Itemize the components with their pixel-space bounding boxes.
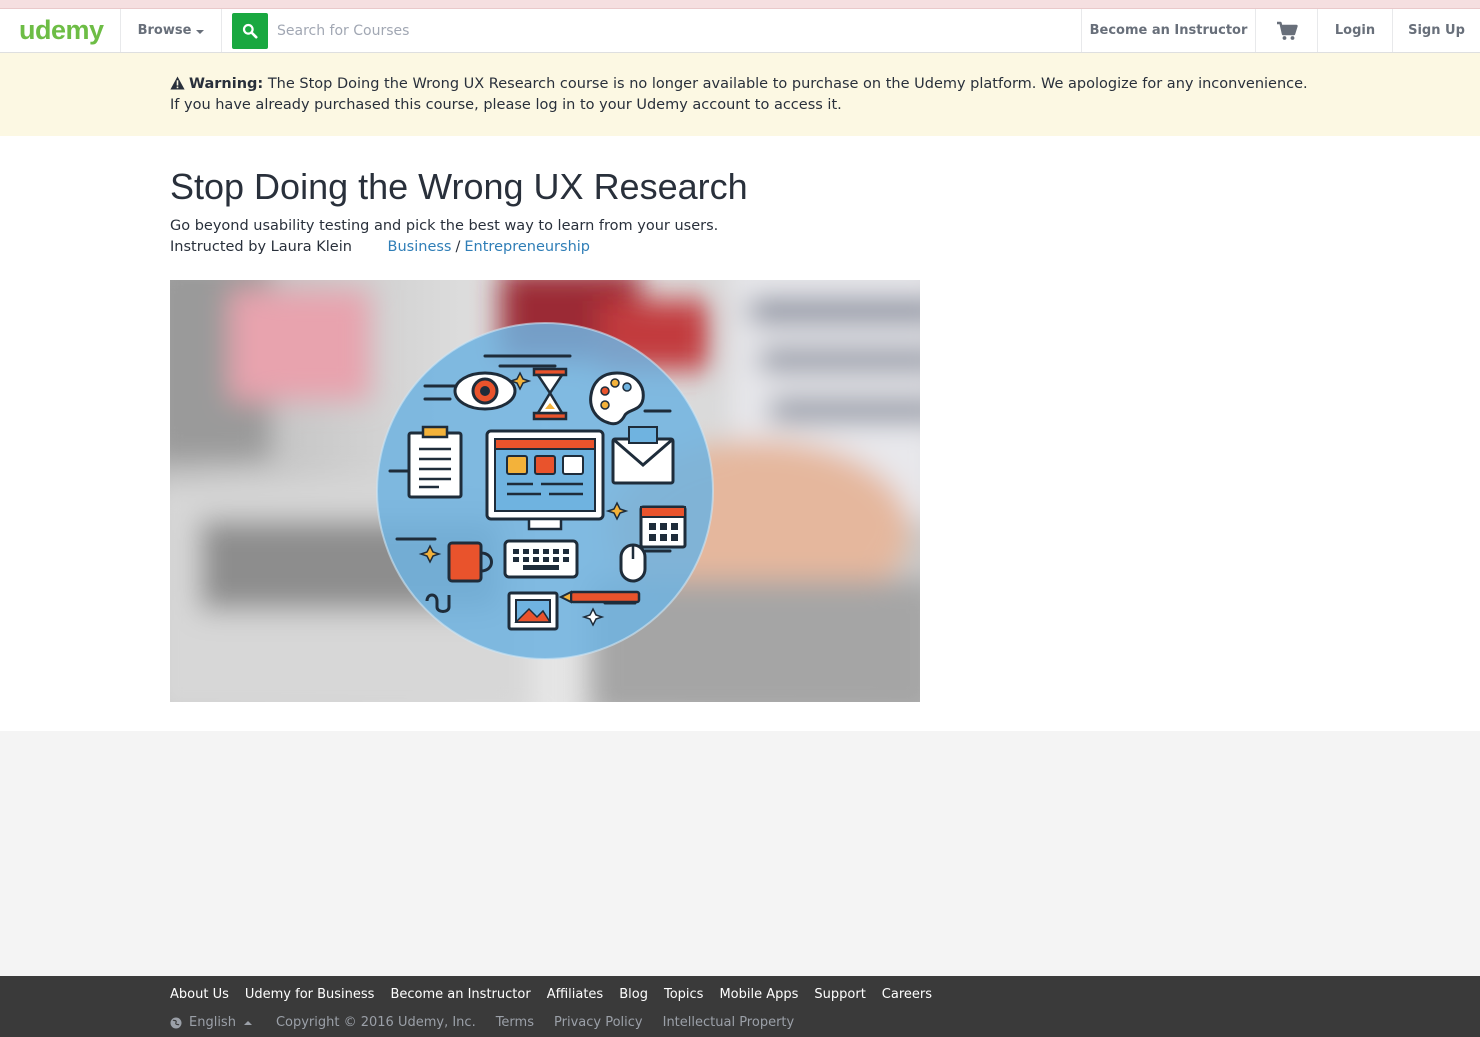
- warning-message: The Stop Doing the Wrong UX Research cou…: [170, 76, 1308, 113]
- become-instructor-link[interactable]: Become an Instructor: [1082, 9, 1256, 52]
- privacy-link[interactable]: Privacy Policy: [554, 1015, 643, 1030]
- cart-icon: [1276, 21, 1298, 40]
- cart-button[interactable]: [1256, 9, 1318, 52]
- search-button[interactable]: [232, 12, 268, 49]
- copyright: Copyright © 2016 Udemy, Inc.: [275, 1015, 476, 1030]
- warning-text: Warning: The Stop Doing the Wrong UX Res…: [170, 74, 1310, 116]
- header: udemy Browse Become an Instructor Login …: [0, 9, 1480, 53]
- course-meta: Instructed by Laura Klein Business / Entre…: [170, 239, 590, 255]
- footer-link-instructor[interactable]: Become an Instructor: [390, 987, 530, 1002]
- search-bar: [222, 9, 1082, 52]
- footer-link-business[interactable]: Udemy for Business: [245, 987, 375, 1002]
- footer-link-support[interactable]: Support: [814, 987, 865, 1002]
- udemy-logo[interactable]: udemy: [0, 9, 121, 52]
- subcategory-link[interactable]: Entrepreneurship: [464, 239, 590, 255]
- course-title: Stop Doing the Wrong UX Research: [170, 166, 748, 207]
- course-image: [170, 280, 920, 702]
- chevron-up-icon: [243, 1020, 252, 1025]
- category-separator: /: [455, 239, 461, 255]
- language-label: English: [189, 1015, 236, 1030]
- warning-banner: Warning: The Stop Doing the Wrong UX Res…: [0, 53, 1480, 136]
- footer-link-careers[interactable]: Careers: [882, 987, 932, 1002]
- browse-label: Browse: [137, 23, 192, 38]
- course-subtitle: Go beyond usability testing and pick the…: [170, 218, 719, 234]
- signup-link[interactable]: Sign Up: [1393, 9, 1480, 52]
- footer: About Us Udemy for Business Become an In…: [0, 976, 1480, 1037]
- become-instructor-label: Become an Instructor: [1089, 23, 1248, 38]
- footer-link-about[interactable]: About Us: [170, 987, 229, 1002]
- login-label: Login: [1334, 23, 1376, 38]
- footer-links: About Us Udemy for Business Become an In…: [170, 987, 932, 1002]
- warning-label: Warning:: [189, 76, 264, 92]
- language-selector[interactable]: English: [170, 1015, 252, 1030]
- globe-icon: [170, 1017, 182, 1028]
- ip-link[interactable]: Intellectual Property: [663, 1015, 795, 1030]
- search-input[interactable]: [268, 12, 1048, 49]
- course-categories: Business / Entrepreneurship: [388, 239, 590, 255]
- course-instructor: Instructed by Laura Klein: [170, 239, 352, 255]
- signup-label: Sign Up: [1408, 23, 1465, 38]
- category-link[interactable]: Business: [388, 239, 452, 255]
- login-link[interactable]: Login: [1318, 9, 1393, 52]
- footer-link-blog[interactable]: Blog: [619, 987, 648, 1002]
- top-strip: [0, 0, 1480, 9]
- warning-icon: [170, 76, 185, 90]
- logo-text: udemy: [19, 15, 104, 45]
- chevron-down-icon: [196, 29, 205, 34]
- terms-link[interactable]: Terms: [496, 1015, 534, 1030]
- search-icon: [242, 23, 258, 38]
- footer-link-topics[interactable]: Topics: [664, 987, 703, 1002]
- browse-dropdown[interactable]: Browse: [121, 9, 222, 52]
- course-main: Stop Doing the Wrong UX Research Go beyo…: [0, 136, 1480, 731]
- footer-bottom: English Copyright © 2016 Udemy, Inc. Ter…: [170, 1015, 794, 1030]
- course-illustration: [170, 280, 920, 702]
- footer-link-affiliates[interactable]: Affiliates: [547, 987, 604, 1002]
- footer-link-mobile-apps[interactable]: Mobile Apps: [719, 987, 798, 1002]
